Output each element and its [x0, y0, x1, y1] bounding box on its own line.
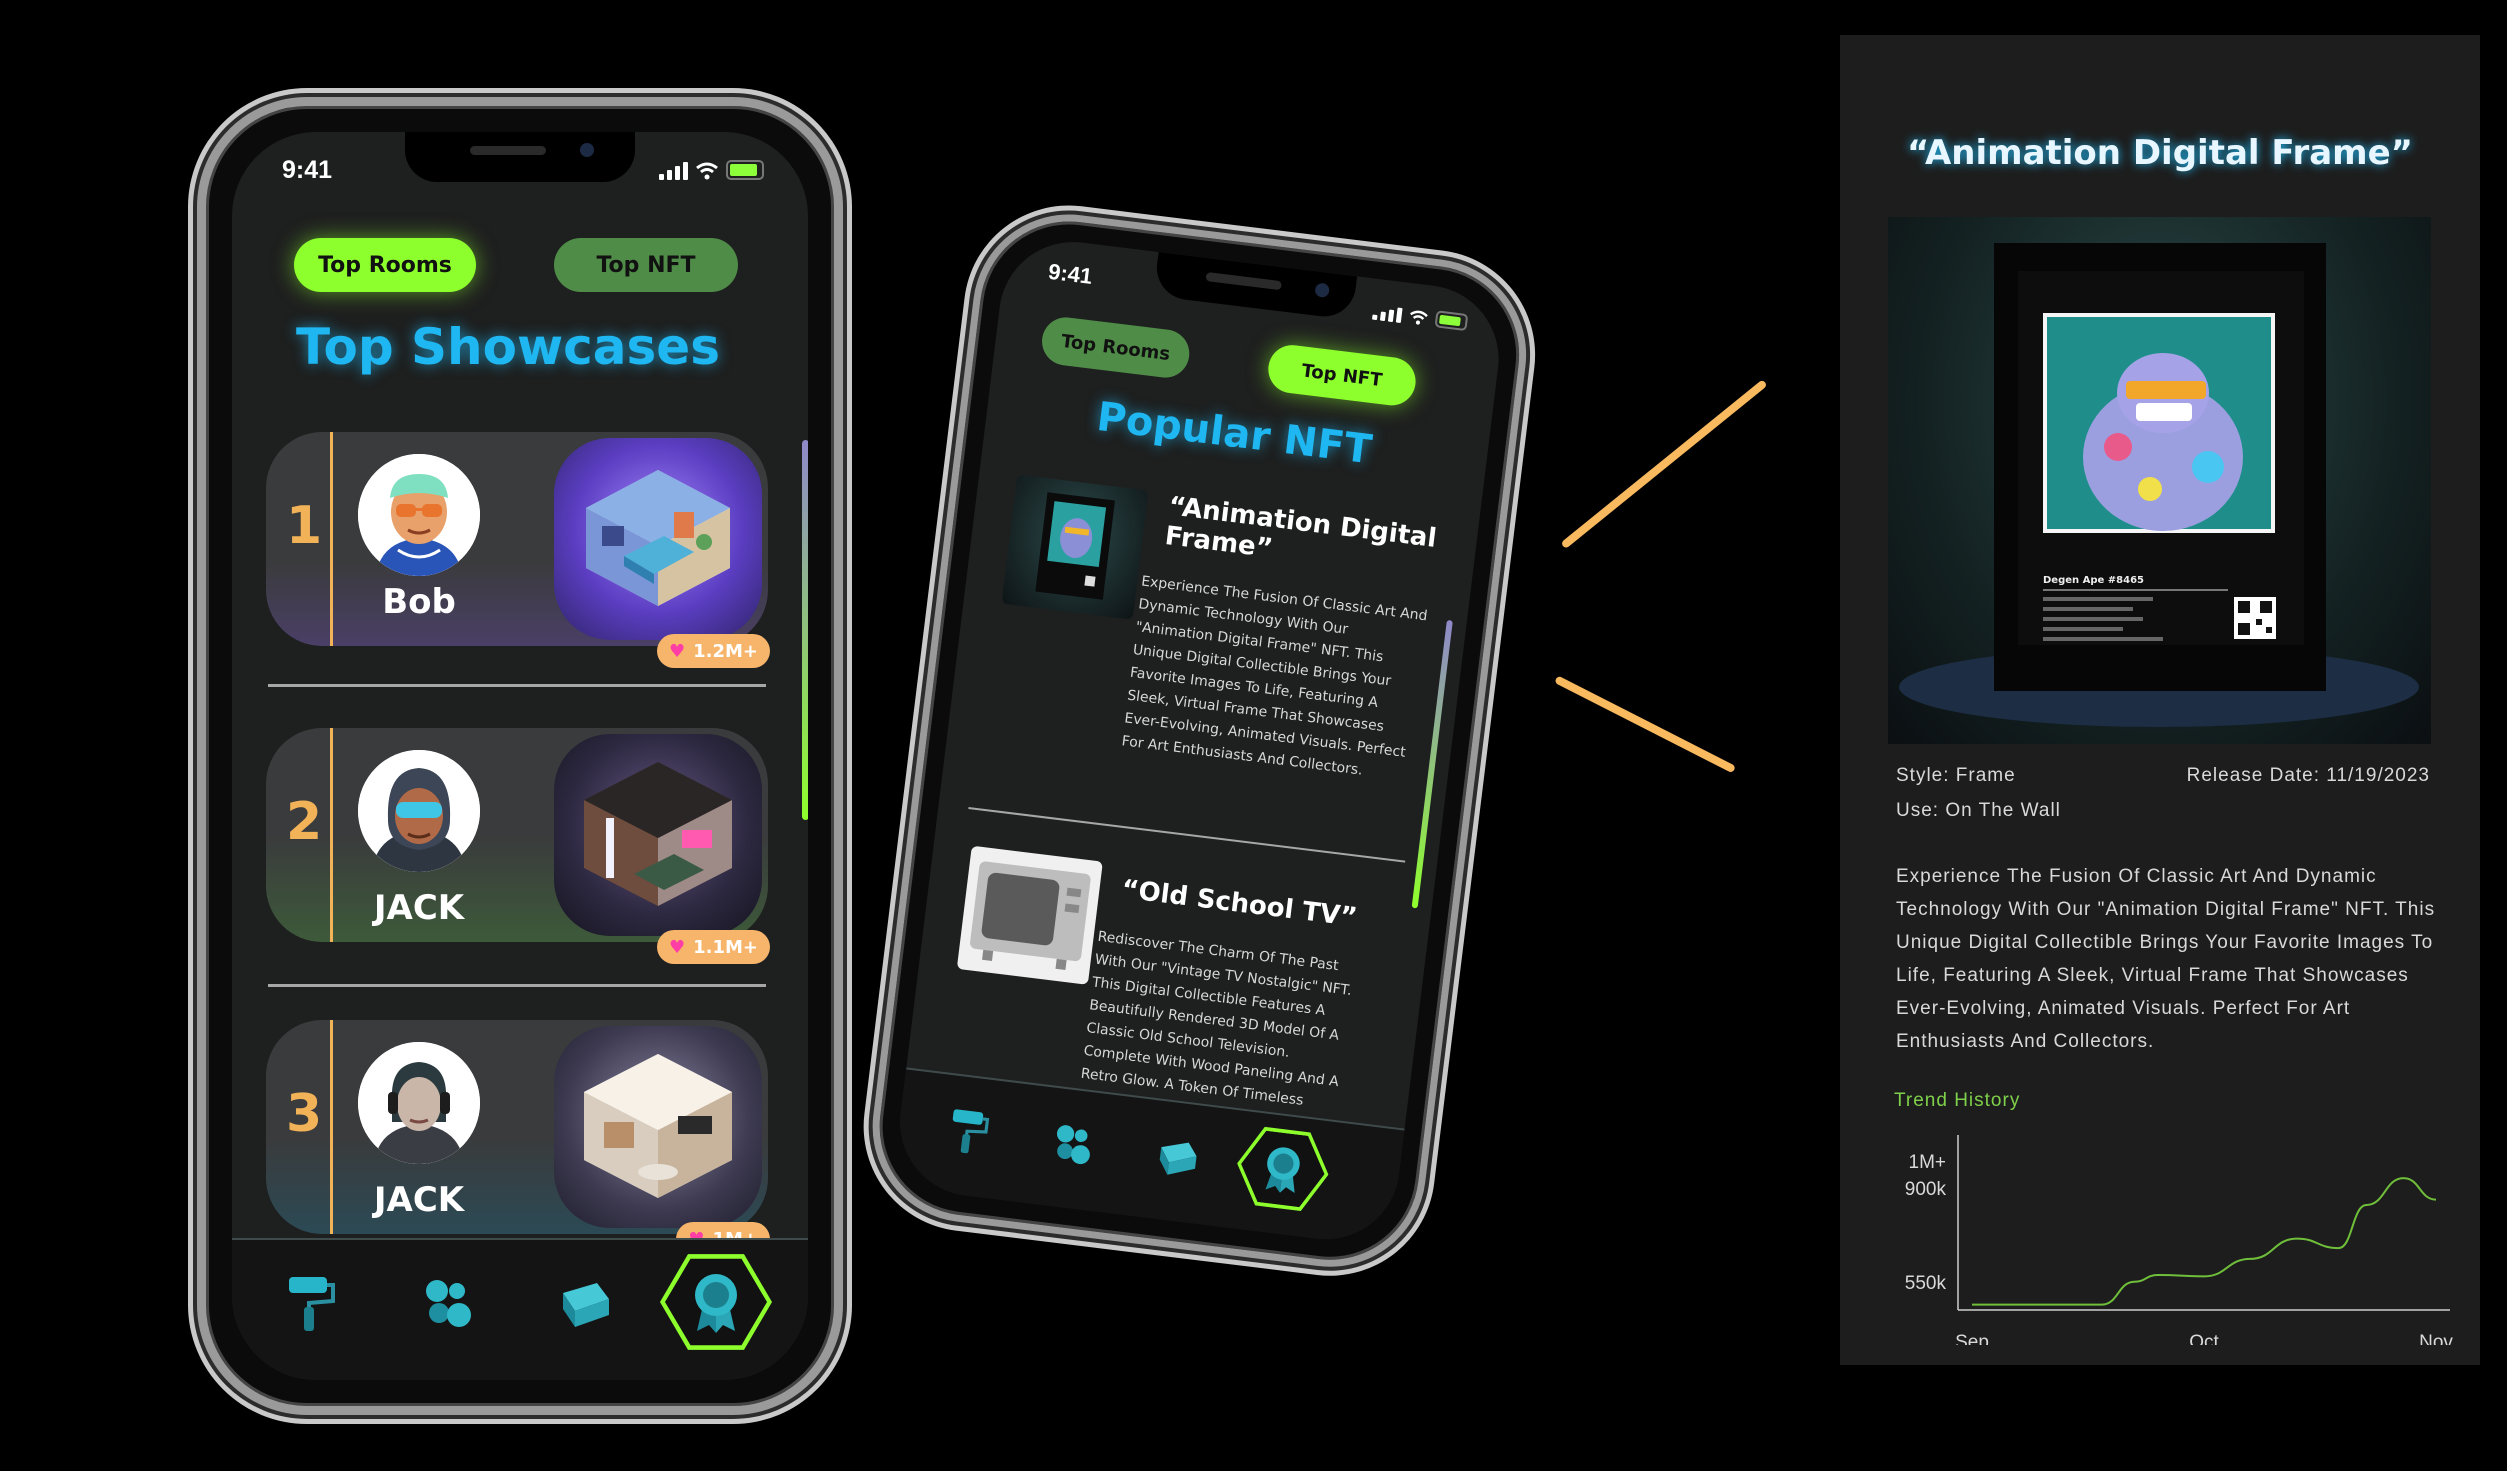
status-time: 9:41 — [1046, 258, 1094, 289]
showcase-row-3[interactable]: 3 JACK — [266, 1020, 770, 1256]
avatar[interactable] — [358, 750, 480, 872]
signal-icon — [659, 162, 688, 180]
likes-count: 1.2M+ — [693, 640, 758, 662]
nav-wallet[interactable] — [550, 1268, 620, 1338]
release-date: Release Date: 11/19/2023 — [2186, 765, 2430, 786]
rank-number: 1 — [286, 496, 323, 556]
likes-count: 1.1M+ — [693, 936, 758, 958]
page-title: Top Showcases — [296, 318, 720, 376]
room-thumbnail[interactable] — [554, 734, 762, 936]
nft-description: Experience The Fusion Of Classic Art And… — [1120, 573, 1429, 779]
tab-top-nft[interactable]: Top NFT — [1265, 342, 1419, 409]
status-icons — [659, 160, 764, 180]
nft-title[interactable]: “Animation Digital Frame” — [1163, 491, 1438, 583]
trend-history-label: Trend History — [1894, 1090, 2021, 1111]
award-badge-icon — [1259, 1143, 1307, 1196]
page-title: Popular NFT — [1094, 393, 1375, 474]
nav-community[interactable] — [412, 1268, 482, 1338]
frame-caption: Degen Ape #8465 — [2043, 575, 2144, 586]
x-tick-label: Nov — [2419, 1332, 2453, 1345]
x-tick-label: Oct — [2189, 1332, 2219, 1345]
roller-brush-icon — [952, 1109, 990, 1154]
nav-paint-roller[interactable] — [936, 1100, 998, 1162]
phone-popular-nft-wrap: 9:41 Top Rooms Top NFT Popular NFT “Anim… — [859, 203, 1561, 1302]
use-value: Use: On The Wall — [1896, 800, 2061, 821]
nft-thumbnail[interactable] — [1001, 474, 1149, 620]
nav-awards-active[interactable] — [1232, 1121, 1334, 1218]
row-divider — [268, 684, 766, 687]
rank-number: 2 — [286, 792, 323, 852]
scrollbar[interactable] — [802, 440, 808, 820]
room-thumbnail[interactable] — [554, 438, 762, 640]
style-value: Style: Frame — [1896, 765, 2016, 786]
tab-top-nft[interactable]: Top NFT — [554, 238, 738, 292]
trend-history-chart: 550k 900k 1M+ Sep Oct Nov — [1905, 1135, 2453, 1345]
row-divider — [268, 984, 766, 987]
nav-community[interactable] — [1041, 1113, 1103, 1175]
nft-preview-image[interactable]: Degen Ape #8465 — [1888, 217, 2431, 744]
notch — [1153, 252, 1358, 321]
user-name: Bob — [382, 582, 456, 622]
phone-screen: 9:41 Top Rooms Top NFT Top Showcases 1 B… — [232, 132, 808, 1380]
rank-divider — [330, 432, 333, 646]
avatar[interactable] — [358, 454, 480, 576]
nav-awards-active[interactable] — [660, 1254, 772, 1350]
trend-line — [1972, 1177, 2437, 1306]
y-tick-label: 900k — [1905, 1179, 1947, 1200]
phone-popular-nft: 9:41 Top Rooms Top NFT Popular NFT “Anim… — [861, 203, 1538, 1278]
x-tick-label: Sep — [1955, 1332, 1989, 1345]
showcase-row-1[interactable]: 1 Bob ♥ 1.2M+ — [266, 432, 770, 668]
connector-line — [1554, 675, 1737, 774]
likes-badge: ♥ 1.2M+ — [656, 634, 770, 668]
roller-brush-icon — [289, 1277, 335, 1331]
dots-cluster-icon — [1056, 1125, 1090, 1165]
rank-divider — [330, 728, 333, 942]
likes-badge: ♥ 1.1M+ — [656, 930, 770, 964]
wifi-icon — [696, 162, 718, 180]
detail-description: Experience The Fusion Of Classic Art And… — [1896, 866, 2436, 1052]
rank-divider — [330, 1020, 333, 1234]
phone-top-showcases: 9:41 Top Rooms Top NFT Top Showcases 1 B… — [197, 97, 843, 1415]
connector-line — [1560, 379, 1768, 550]
heart-icon: ♥ — [668, 640, 686, 662]
avatar[interactable] — [358, 1042, 480, 1164]
user-name: JACK — [373, 888, 465, 928]
tab-top-rooms[interactable]: Top Rooms — [294, 238, 476, 292]
battery-icon — [1434, 310, 1469, 332]
dots-cluster-icon — [426, 1280, 471, 1327]
bottom-nav — [232, 1238, 808, 1380]
nav-wallet[interactable] — [1146, 1126, 1208, 1188]
award-badge-icon — [695, 1274, 737, 1333]
status-icons — [1371, 303, 1469, 332]
nav-paint-roller[interactable] — [274, 1268, 344, 1338]
rank-number: 3 — [286, 1084, 323, 1144]
tab-top-rooms[interactable]: Top Rooms — [1039, 314, 1193, 381]
room-thumbnail[interactable] — [554, 1026, 762, 1228]
nft-thumbnail[interactable] — [956, 845, 1103, 985]
suitcase-icon — [1159, 1142, 1197, 1175]
detail-title: “Animation Digital Frame” — [1907, 133, 2413, 173]
signal-icon — [1371, 305, 1403, 324]
nft-title[interactable]: “Old School TV” — [1120, 874, 1392, 937]
battery-icon — [726, 160, 764, 180]
nft-detail-panel: “Animation Digital Frame” Degen Ape #846… — [1840, 35, 2480, 1365]
suitcase-icon — [563, 1283, 609, 1327]
heart-icon: ♥ — [668, 936, 686, 958]
status-time: 9:41 — [282, 156, 333, 184]
y-tick-label: 550k — [1905, 1273, 1947, 1294]
notch — [405, 132, 635, 182]
y-tick-label: 1M+ — [1909, 1152, 1947, 1173]
phone-screen: 9:41 Top Rooms Top NFT Popular NFT “Anim… — [891, 233, 1507, 1248]
user-name: JACK — [373, 1180, 465, 1220]
showcase-row-2[interactable]: 2 JACK ♥ 1.1M+ — [266, 728, 770, 964]
wifi-icon — [1410, 310, 1428, 325]
